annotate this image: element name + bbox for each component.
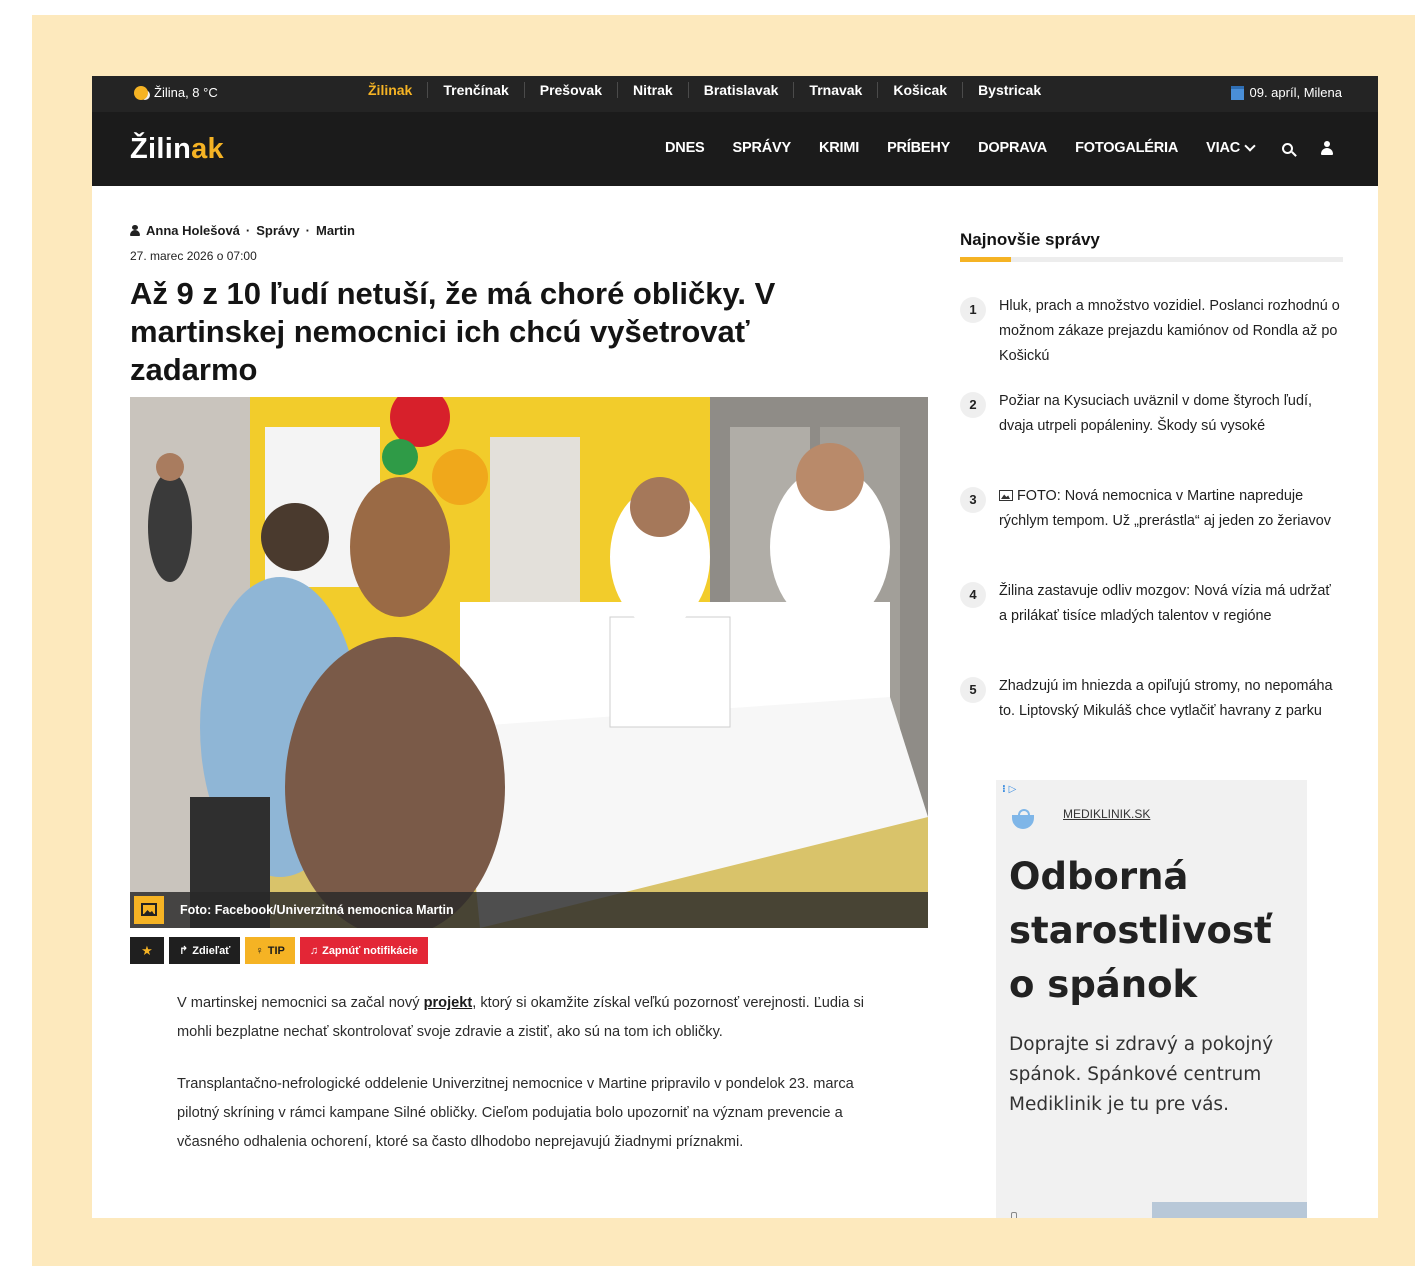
adchoices-icon[interactable]: ⁝ ▷ <box>1002 784 1016 795</box>
ad-body: Doprajte si zdravý a pokojný spánok. Spá… <box>1009 1034 1274 1115</box>
region-link-trencinak[interactable]: Trenčínak <box>427 82 523 98</box>
notifications-button[interactable]: ♫ Zapnúť notifikácie <box>299 937 428 964</box>
nav-krimi[interactable]: KRIMI <box>819 140 859 156</box>
region-link-presovak[interactable]: Prešovak <box>523 82 617 98</box>
article-body: V martinskej nemocnici sa začal nový pro… <box>177 989 867 1180</box>
share-label: Zdieľať <box>192 944 231 957</box>
region-link-bystricak[interactable]: Bystricak <box>962 82 1056 98</box>
latest-news-list: 1 Hluk, prach a množstvo vozidiel. Posla… <box>960 294 1345 769</box>
ad-domain[interactable]: MEDIKLINIK.SK <box>1063 807 1150 821</box>
meta-separator: · <box>245 223 251 238</box>
news-headline[interactable]: Požiar na Kysuciach uväznil v dome štyro… <box>999 389 1342 439</box>
weather-text: Žilina, 8 °C <box>154 85 218 100</box>
site-logo[interactable]: Žilinak <box>130 133 224 166</box>
photo-icon <box>999 490 1013 501</box>
author-icon <box>130 225 140 236</box>
ad-marker <box>1011 1212 1017 1218</box>
share-button[interactable]: ↱ Zdieľať <box>169 937 241 964</box>
bell-icon: ♫ <box>309 944 319 957</box>
meta-separator: · <box>305 223 310 238</box>
date-widget: 09. apríl, Milena <box>1230 85 1343 100</box>
nav-fotogaleria[interactable]: FOTOGALÉRIA <box>1075 140 1178 156</box>
date-text: 09. apríl, Milena <box>1249 85 1343 100</box>
tip-button[interactable]: ♀ TIP <box>245 937 295 964</box>
region-link-bratislavak[interactable]: Bratislavak <box>687 82 794 98</box>
news-item[interactable]: 5 Zhadzujú im hniezda a opiľujú stromy, … <box>960 674 1345 769</box>
publish-date: 27. marec 2026 o 07:00 <box>130 249 257 263</box>
region-link-trnavak[interactable]: Trnavak <box>793 82 877 98</box>
article-title: Až 9 z 10 ľudí netuší, že má choré oblič… <box>130 276 776 387</box>
news-number: 5 <box>960 677 986 703</box>
news-number: 3 <box>960 487 986 513</box>
nav-doprava[interactable]: DOPRAVA <box>978 140 1047 156</box>
news-headline[interactable]: Žilina zastavuje odliv mozgov: Nová vízi… <box>999 579 1342 629</box>
photo-illustration <box>130 397 928 928</box>
region-link-zilinak[interactable]: Žilinak <box>368 82 427 98</box>
paragraph: Transplantačno-nefrologické oddelenie Un… <box>177 1076 854 1150</box>
news-headline-text: FOTO: Nová nemocnica v Martine napreduje… <box>999 488 1331 529</box>
user-icon[interactable] <box>1321 141 1333 155</box>
news-headline[interactable]: Zhadzujú im hniezda a opiľujú stromy, no… <box>999 674 1342 724</box>
star-icon: ★ <box>141 942 153 958</box>
notifications-label: Zapnúť notifikácie <box>322 944 418 957</box>
calendar-icon <box>1230 85 1244 100</box>
advertisement[interactable]: ⁝ ▷ MEDIKLINIK.SK Odborná starostlivosť … <box>996 780 1307 1218</box>
news-item[interactable]: 4 Žilina zastavuje odliv mozgov: Nová ví… <box>960 579 1345 674</box>
tip-label: TIP <box>267 944 285 957</box>
article-page: Žilina, 8 °C Žilinak Trenčínak Prešovak … <box>92 76 1378 1218</box>
news-item[interactable]: 1 Hluk, prach a množstvo vozidiel. Posla… <box>960 294 1345 389</box>
paragraph: V martinskej nemocnici sa začal nový pro… <box>177 989 867 1047</box>
weather-icon <box>134 85 148 100</box>
article-photo[interactable]: Foto: Facebook/Univerzitná nemocnica Mar… <box>130 397 928 928</box>
nav-more-label: VIAC <box>1206 140 1240 156</box>
ad-thumbnail <box>1152 1202 1307 1218</box>
news-number: 4 <box>960 582 986 608</box>
author-name[interactable]: Anna Holešová <box>146 223 240 238</box>
photo-caption: Foto: Facebook/Univerzitná nemocnica Mar… <box>180 903 454 917</box>
logo-accent: ak <box>191 133 224 165</box>
site-header: Žilinak DNES SPRÁVY KRIMI PRÍBEHY DOPRAV… <box>92 112 1378 186</box>
news-item[interactable]: 2 Požiar na Kysuciach uväznil v dome šty… <box>960 389 1345 484</box>
nav-dnes[interactable]: DNES <box>665 140 705 156</box>
region-links: Žilinak Trenčínak Prešovak Nitrak Bratis… <box>368 82 1056 98</box>
news-number: 1 <box>960 297 986 323</box>
top-bar: Žilina, 8 °C Žilinak Trenčínak Prešovak … <box>92 76 1378 112</box>
lightbulb-icon: ♀ <box>255 944 264 957</box>
favorite-button[interactable]: ★ <box>130 937 164 964</box>
nav-spravy[interactable]: SPRÁVY <box>733 140 792 156</box>
nav-more[interactable]: VIAC <box>1206 140 1256 156</box>
image-icon <box>134 896 164 924</box>
ad-headline[interactable]: Odborná starostlivosť o spánok <box>1009 850 1299 1012</box>
paragraph-text: V martinskej nemocnici sa začal nový <box>177 995 424 1011</box>
sidebar-title: Najnovšie správy <box>960 230 1100 249</box>
nav-pribehy[interactable]: PRÍBEHY <box>887 140 950 156</box>
article-location[interactable]: Martin <box>316 223 355 238</box>
article-meta: Anna Holešová · Správy · Martin <box>130 223 355 238</box>
region-link-kosicak[interactable]: Košicak <box>877 82 962 98</box>
search-icon[interactable] <box>1282 142 1293 154</box>
share-icon: ↱ <box>179 945 189 957</box>
logo-main: Žilin <box>130 133 192 165</box>
news-number: 2 <box>960 392 986 418</box>
advertiser-logo <box>1010 807 1036 831</box>
news-item[interactable]: 3 FOTO: Nová nemocnica v Martine napredu… <box>960 484 1345 579</box>
sidebar-title-underline <box>960 257 1343 262</box>
article-category[interactable]: Správy <box>256 223 299 238</box>
photo-caption-bar: Foto: Facebook/Univerzitná nemocnica Mar… <box>130 892 928 928</box>
project-link[interactable]: projekt <box>424 995 473 1011</box>
news-headline[interactable]: Hluk, prach a množstvo vozidiel. Poslanc… <box>999 294 1342 369</box>
region-link-nitrak[interactable]: Nitrak <box>617 82 688 98</box>
chevron-down-icon <box>1244 140 1256 152</box>
weather-widget: Žilina, 8 °C <box>134 85 218 100</box>
main-nav: DNES SPRÁVY KRIMI PRÍBEHY DOPRAVA FOTOGA… <box>665 140 1333 156</box>
article-actions: ★ ↱ Zdieľať ♀ TIP ♫ Zapnúť notifikácie <box>130 937 428 964</box>
news-headline[interactable]: FOTO: Nová nemocnica v Martine napreduje… <box>999 484 1342 534</box>
